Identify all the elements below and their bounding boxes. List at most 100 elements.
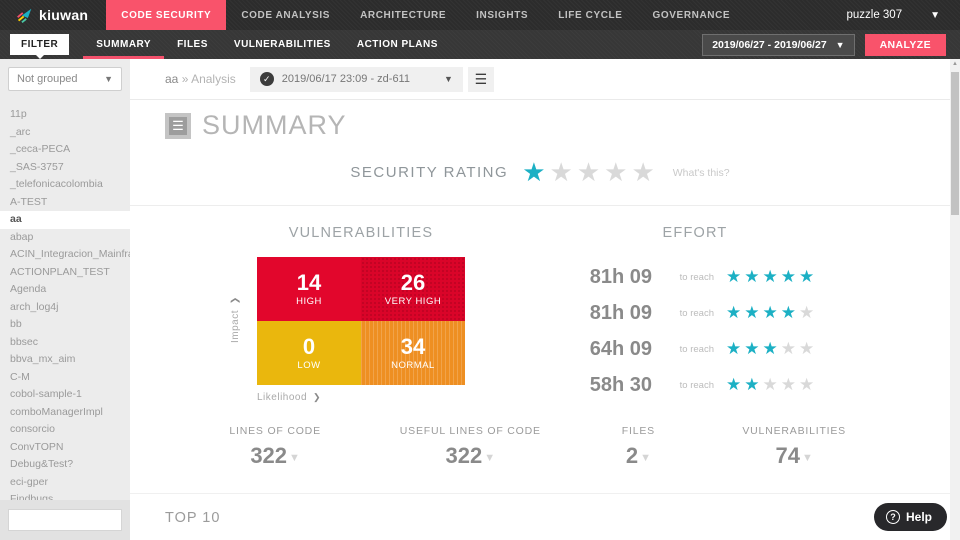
sidebar-item[interactable]: bb — [0, 316, 130, 334]
sidebar-item[interactable]: Debug&Test? — [0, 456, 130, 474]
chevron-right-icon: ❯ — [313, 392, 321, 403]
help-button[interactable]: ? Help — [874, 503, 947, 531]
sidebar-item[interactable]: consorcio — [0, 421, 130, 439]
triangle-down-icon: ▼ — [802, 452, 813, 464]
analysis-selector[interactable]: ✓ 2019/06/17 23:09 - zd-611 ▼ — [250, 67, 463, 92]
chevron-up-icon: ❯ — [229, 297, 240, 305]
group-by-value: Not grouped — [17, 73, 78, 85]
security-rating-stars: ★★★★★ — [522, 157, 659, 188]
sidebar-item[interactable]: ACIN_Integracion_Mainframe — [0, 246, 130, 264]
sidebar-item[interactable]: Agenda — [0, 281, 130, 299]
metric-value-dropdown[interactable]: 2▼ — [622, 443, 655, 469]
star-icon: ★ — [604, 157, 631, 187]
filter-button[interactable]: FILTER — [10, 34, 69, 55]
likelihood-axis-label: Likelihood — [257, 392, 307, 403]
subbar-right: 2019/06/27 - 2019/06/27 ▼ ANALYZE — [702, 30, 960, 59]
breadcrumb-project[interactable]: aa — [165, 72, 178, 86]
star-icon: ★ — [799, 375, 817, 394]
sidebar-item[interactable]: arch_log4j — [0, 299, 130, 317]
account-selector[interactable]: puzzle 307 ▼ — [846, 0, 960, 30]
matrix-cell-very-high[interactable]: 26 VERY HIGH — [361, 257, 465, 321]
scrollbar-thumb[interactable] — [951, 72, 959, 215]
metric-label: LINES OF CODE — [229, 425, 321, 437]
sidebar-item[interactable]: ConvTOPN — [0, 439, 130, 457]
sidebar-item[interactable]: Findbugs — [0, 491, 130, 500]
triangle-down-icon: ▼ — [640, 452, 651, 464]
sidebar-item[interactable]: _arc — [0, 124, 130, 142]
matrix-value: 26 — [401, 271, 425, 295]
star-icon: ★ — [799, 339, 817, 358]
analysis-menu-button[interactable]: ☰ — [468, 67, 494, 92]
sidebar-item[interactable]: abap — [0, 229, 130, 247]
sidebar-item[interactable]: A-TEST — [0, 194, 130, 212]
sub-navigation-bar: FILTER SUMMARY FILES VULNERABILITIES ACT… — [0, 30, 960, 59]
star-icon: ★ — [781, 339, 799, 358]
effort-stars: ★★★★★ — [726, 303, 817, 323]
tab-files[interactable]: FILES — [164, 30, 221, 59]
whats-this-link[interactable]: What's this? — [673, 167, 730, 179]
sidebar-item[interactable]: _ceca-PECA — [0, 141, 130, 159]
risk-matrix: 14 HIGH 26 VERY HIGH 0 LOW 34 NORMAL — [257, 257, 465, 385]
breadcrumb: aa » Analysis — [165, 72, 236, 86]
tab-action-plans[interactable]: ACTION PLANS — [344, 30, 451, 59]
sidebar-item[interactable]: C-M — [0, 369, 130, 387]
sidebar-item[interactable]: eci-gper — [0, 474, 130, 492]
star-icon: ★ — [726, 303, 744, 322]
kiuwan-arrow-icon — [16, 7, 33, 24]
main-content: aa » Analysis ✓ 2019/06/17 23:09 - zd-61… — [130, 59, 950, 540]
effort-row: 81h 09 to reach ★★★★★ — [560, 259, 817, 295]
effort-value: 64h 09 — [560, 338, 652, 361]
star-icon: ★ — [744, 303, 762, 322]
sidebar-item[interactable]: ACTIONPLAN_TEST — [0, 264, 130, 282]
topnav-insights[interactable]: INSIGHTS — [461, 0, 543, 30]
star-icon: ★ — [799, 303, 817, 322]
topnav-life-cycle[interactable]: LIFE CYCLE — [543, 0, 637, 30]
metrics-row: LINES OF CODE 322▼ USEFUL LINES OF CODE … — [130, 425, 950, 487]
metric-lines-of-code: LINES OF CODE 322▼ — [229, 425, 321, 469]
chevron-down-icon: ▼ — [104, 74, 113, 84]
group-by-select[interactable]: Not grouped ▼ — [8, 67, 122, 91]
sidebar-item[interactable]: bbva_mx_aim — [0, 351, 130, 369]
triangle-down-icon: ▼ — [289, 452, 300, 464]
tab-vulnerabilities[interactable]: VULNERABILITIES — [221, 30, 344, 59]
top10-section-title: TOP 10 — [130, 493, 950, 526]
page-title: SUMMARY — [202, 110, 347, 141]
topnav-architecture[interactable]: ARCHITECTURE — [345, 0, 461, 30]
brand-name: kiuwan — [39, 7, 88, 23]
effort-title: EFFORT — [620, 225, 770, 241]
star-icon: ★ — [726, 339, 744, 358]
topnav-code-analysis[interactable]: CODE ANALYSIS — [226, 0, 345, 30]
analysis-selector-value: 2019/06/17 23:09 - zd-611 — [282, 73, 410, 85]
matrix-cell-high[interactable]: 14 HIGH — [257, 257, 361, 321]
metric-value-dropdown[interactable]: 322▼ — [400, 443, 541, 469]
metric-vulnerabilities: VULNERABILITIES 74▼ — [742, 425, 846, 469]
sidebar-item[interactable]: comboManagerImpl — [0, 404, 130, 422]
scrollbar-up-arrow[interactable]: ▲ — [950, 61, 960, 67]
sidebar-item[interactable]: cobol-sample-1 — [0, 386, 130, 404]
metric-value-dropdown[interactable]: 74▼ — [742, 443, 846, 469]
effort-stars: ★★★★★ — [726, 267, 817, 287]
question-mark-icon: ? — [886, 510, 900, 524]
tab-summary[interactable]: SUMMARY — [83, 30, 164, 59]
topnav-code-security[interactable]: CODE SECURITY — [106, 0, 226, 30]
sidebar-item[interactable]: _telefonicacolombia — [0, 176, 130, 194]
topnav-governance[interactable]: GOVERNANCE — [638, 0, 746, 30]
sidebar-item[interactable]: _SAS-3757 — [0, 159, 130, 177]
kiuwan-logo[interactable]: kiuwan — [0, 0, 106, 30]
section-divider — [130, 205, 950, 206]
likelihood-axis: Likelihood ❯ — [257, 392, 321, 403]
matrix-cell-normal[interactable]: 34 NORMAL — [361, 321, 465, 385]
sidebar-item-selected[interactable]: aa — [0, 211, 130, 229]
sidebar-item[interactable]: 11p — [0, 106, 130, 124]
metric-label: FILES — [622, 425, 655, 437]
top-nav-items: CODE SECURITY CODE ANALYSIS ARCHITECTURE… — [106, 0, 745, 30]
sidebar-search — [0, 500, 130, 540]
triangle-down-icon: ▼ — [484, 452, 495, 464]
matrix-cell-low[interactable]: 0 LOW — [257, 321, 361, 385]
chevron-down-icon: ▼ — [444, 74, 453, 84]
date-range-selector[interactable]: 2019/06/27 - 2019/06/27 ▼ — [702, 34, 854, 56]
to-reach-label: to reach — [668, 380, 714, 391]
metric-value-dropdown[interactable]: 322▼ — [229, 443, 321, 469]
analyze-button[interactable]: ANALYZE — [865, 34, 946, 56]
sidebar-item[interactable]: bbsec — [0, 334, 130, 352]
